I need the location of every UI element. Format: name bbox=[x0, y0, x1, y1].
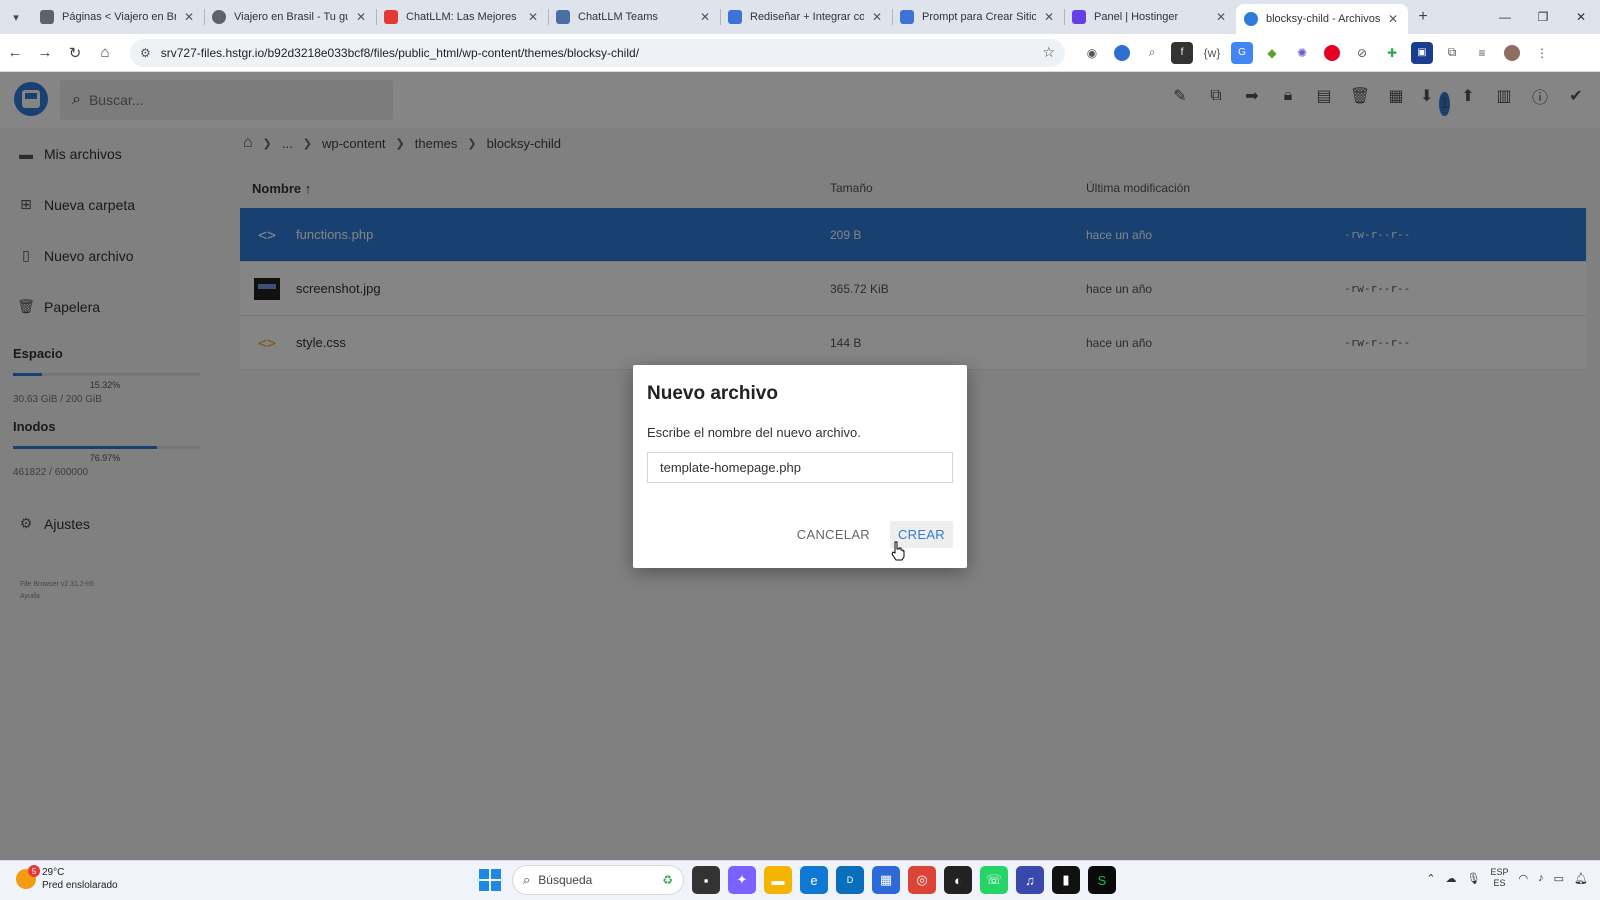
home-icon[interactable]: ⌂ bbox=[90, 38, 120, 68]
hostinger-icon bbox=[1072, 10, 1086, 24]
tab-close-icon[interactable]: ✕ bbox=[1386, 12, 1400, 26]
tab-close-icon[interactable]: ✕ bbox=[1214, 10, 1228, 24]
restore-icon[interactable]: ❐ bbox=[1524, 0, 1562, 34]
volume-icon[interactable]: ♪ bbox=[1538, 872, 1544, 884]
browser-tab[interactable]: Páginas < Viajero en Bras ✕ bbox=[32, 0, 204, 34]
dialog-title: Nuevo archivo bbox=[647, 383, 778, 404]
extensions-row: ◉ ⌕ f {w} G ◆ ✺ ⊘ ✚ ▣ ⧉ ≡ ⋮ bbox=[1081, 41, 1553, 64]
new-file-name-input[interactable] bbox=[647, 452, 953, 483]
more-menu-icon[interactable]: ⋮ bbox=[1531, 42, 1553, 64]
browser-tab[interactable]: Panel | Hostinger ✕ bbox=[1064, 0, 1236, 34]
new-file-dialog: Nuevo archivo Escribe el nombre del nuev… bbox=[633, 365, 967, 568]
weather-badge: 5 bbox=[28, 865, 40, 877]
profile-avatar[interactable] bbox=[1504, 44, 1520, 61]
dell-icon[interactable]: D bbox=[836, 866, 864, 894]
windows-start-icon[interactable] bbox=[476, 866, 504, 894]
extension-icon[interactable]: ✺ bbox=[1291, 42, 1313, 64]
browser-tab[interactable]: Viajero en Brasil - Tu guía ✕ bbox=[204, 0, 376, 34]
browser-tab[interactable]: ChatLLM: Las Mejores IA ✕ bbox=[376, 0, 548, 34]
browser-tab[interactable]: ChatLLM Teams ✕ bbox=[548, 0, 720, 34]
cancel-button[interactable]: CANCELAR bbox=[789, 521, 878, 548]
browser-tab[interactable]: Rediseñar + Integrar con ✕ bbox=[720, 0, 892, 34]
chevron-up-icon[interactable]: ⌃ bbox=[1426, 872, 1435, 885]
extension-icon[interactable]: ◆ bbox=[1261, 42, 1283, 64]
battery-icon[interactable]: ▭ bbox=[1554, 872, 1564, 885]
taskbar-apps: ⌕ Búsqueda ♻ ▪ ✦ ▬ e D ▦ ◎ ◐ ☏ ♫ ▮ S bbox=[476, 865, 1116, 895]
app-icon[interactable]: S bbox=[1088, 866, 1116, 894]
store-icon[interactable]: ▦ bbox=[872, 866, 900, 894]
windows-taskbar: 5 29°C Pred enslolarado ⌕ Búsqueda ♻ ▪ ✦… bbox=[0, 860, 1600, 900]
puzzle-icon[interactable]: ⧉ bbox=[1441, 42, 1463, 64]
copilot-icon[interactable]: ✦ bbox=[728, 866, 756, 894]
youtube-icon bbox=[384, 10, 398, 24]
back-icon[interactable]: ← bbox=[0, 38, 30, 68]
browser-tab[interactable]: Prompt para Crear Sitios ✕ bbox=[892, 0, 1064, 34]
dialog-message: Escribe el nombre del nuevo archivo. bbox=[647, 425, 861, 440]
extension-icon[interactable]: ⊘ bbox=[1351, 42, 1373, 64]
microphone-icon[interactable]: 🎙︎ bbox=[1467, 872, 1481, 885]
url-text: srv727-files.hstgr.io/b92d3218e033bcf8/f… bbox=[160, 45, 640, 60]
headset-icon[interactable]: ♫ bbox=[1016, 866, 1044, 894]
site-settings-icon[interactable]: ⚙ bbox=[140, 46, 151, 60]
task-view-icon[interactable]: ▪ bbox=[692, 866, 720, 894]
app-icon[interactable]: ◐ bbox=[944, 866, 972, 894]
search-icon: ⌕ bbox=[523, 872, 531, 887]
browser-toolbar: ← → ↻ ⌂ ⚙ srv727-files.hstgr.io/b92d3218… bbox=[0, 34, 1600, 72]
notification-bell-icon[interactable]: 🔔︎ bbox=[1574, 872, 1588, 885]
extension-icon[interactable]: ▣ bbox=[1411, 41, 1433, 64]
pinterest-icon[interactable] bbox=[1324, 44, 1340, 61]
edge-icon[interactable]: e bbox=[800, 866, 828, 894]
wifi-icon[interactable]: ◠ bbox=[1519, 872, 1529, 885]
tab-favicon-icon bbox=[556, 10, 570, 24]
chrome-icon[interactable]: ◎ bbox=[908, 866, 936, 894]
tab-close-icon[interactable]: ✕ bbox=[526, 10, 540, 24]
reading-list-icon[interactable]: ≡ bbox=[1471, 42, 1493, 64]
extension-icon[interactable] bbox=[1114, 44, 1130, 61]
translate-icon[interactable]: G bbox=[1231, 41, 1253, 64]
hand-cursor-icon bbox=[891, 541, 905, 561]
extension-icon[interactable]: ✚ bbox=[1381, 42, 1403, 64]
camera-icon[interactable]: ◉ bbox=[1081, 42, 1103, 64]
tab-close-icon[interactable]: ✕ bbox=[182, 10, 196, 24]
extension-icon[interactable]: {w} bbox=[1201, 42, 1223, 64]
browser-tab-active[interactable]: blocksy-child - Archivos - ✕ bbox=[1236, 4, 1408, 34]
whatsapp-icon[interactable]: ☏ bbox=[980, 866, 1008, 894]
address-bar[interactable]: ⚙ srv727-files.hstgr.io/b92d3218e033bcf8… bbox=[130, 38, 1065, 67]
audio-app-icon[interactable]: ▮ bbox=[1052, 866, 1080, 894]
weather-condition: Pred enslolarado bbox=[42, 880, 118, 891]
recycle-icon: ♻ bbox=[662, 873, 673, 887]
onedrive-icon[interactable]: ☁ bbox=[1446, 872, 1457, 885]
language-indicator[interactable]: ESP ES bbox=[1491, 867, 1509, 889]
tab-favicon-icon bbox=[212, 10, 226, 24]
dialog-actions: CANCELAR CREAR bbox=[789, 521, 953, 548]
tab-favicon-icon bbox=[1244, 12, 1258, 26]
window-controls: — ❐ ✕ bbox=[1486, 0, 1600, 34]
tab-close-icon[interactable]: ✕ bbox=[698, 10, 712, 24]
file-explorer-icon[interactable]: ▬ bbox=[764, 866, 792, 894]
docs-icon bbox=[900, 10, 914, 24]
minimize-icon[interactable]: — bbox=[1486, 0, 1524, 34]
system-tray: ⌃ ☁ 🎙︎ ESP ES ◠ ♪ ▭ 🔔︎ bbox=[1426, 867, 1588, 889]
tab-search-icon[interactable]: ▾ bbox=[0, 0, 32, 34]
tab-close-icon[interactable]: ✕ bbox=[870, 10, 884, 24]
browser-tab-bar: ▾ Páginas < Viajero en Bras ✕ Viajero en… bbox=[0, 0, 1600, 34]
reload-icon[interactable]: ↻ bbox=[60, 38, 90, 68]
new-tab-icon[interactable]: + bbox=[1408, 8, 1438, 26]
weather-temperature: 29°C bbox=[42, 867, 65, 878]
tab-close-icon[interactable]: ✕ bbox=[354, 10, 368, 24]
bookmark-star-icon[interactable]: ☆ bbox=[1042, 44, 1055, 61]
weather-widget[interactable]: 5 29°C Pred enslolarado bbox=[16, 865, 118, 892]
extension-icon[interactable]: f bbox=[1171, 41, 1193, 64]
taskbar-search[interactable]: ⌕ Búsqueda ♻ bbox=[512, 865, 684, 895]
tab-favicon-icon bbox=[40, 10, 54, 24]
docs-icon bbox=[728, 10, 742, 24]
window-close-icon[interactable]: ✕ bbox=[1562, 0, 1600, 34]
forward-icon[interactable]: → bbox=[30, 38, 60, 68]
tab-close-icon[interactable]: ✕ bbox=[1042, 10, 1056, 24]
sun-icon: 5 bbox=[16, 865, 40, 889]
zoom-icon[interactable]: ⌕ bbox=[1141, 42, 1163, 64]
